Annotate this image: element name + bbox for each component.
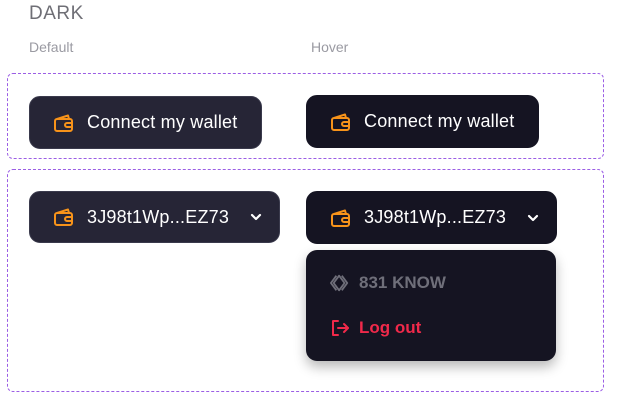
token-balance: 831 KNOW [330,273,446,293]
chevron-down-icon [249,210,263,224]
column-label-hover: Hover [311,39,349,55]
wallet-address-label: 3J98t1Wp...EZ73 [87,206,230,227]
wallet-icon [330,207,352,229]
wallet-icon [53,112,75,134]
connect-wallet-label: Connect my wallet [87,112,238,132]
connect-wallet-button-hover[interactable]: Connect my wallet [306,95,539,148]
connect-wallet-label: Connect my wallet [364,111,515,131]
wallet-address-label: 3J98t1Wp...EZ73 [364,207,507,227]
token-balance-label: 831 KNOW [359,273,446,292]
chevron-down-icon [526,211,540,225]
logout-label: Log out [359,318,422,337]
wallet-icon [53,206,75,228]
wallet-address-button-default[interactable]: 3J98t1Wp...EZ73 [29,191,280,243]
logout-icon [330,318,350,338]
column-label-default: Default [29,39,74,55]
token-icon [330,273,350,293]
wallet-dropdown-menu: 831 KNOW Log out [306,250,556,361]
connect-wallet-button-default[interactable]: Connect my wallet [29,96,262,149]
logout-menu-item[interactable]: Log out [330,318,421,338]
section-title: DARK [29,3,84,24]
wallet-icon [330,111,352,133]
wallet-address-button-hover[interactable]: 3J98t1Wp...EZ73 [306,191,557,244]
